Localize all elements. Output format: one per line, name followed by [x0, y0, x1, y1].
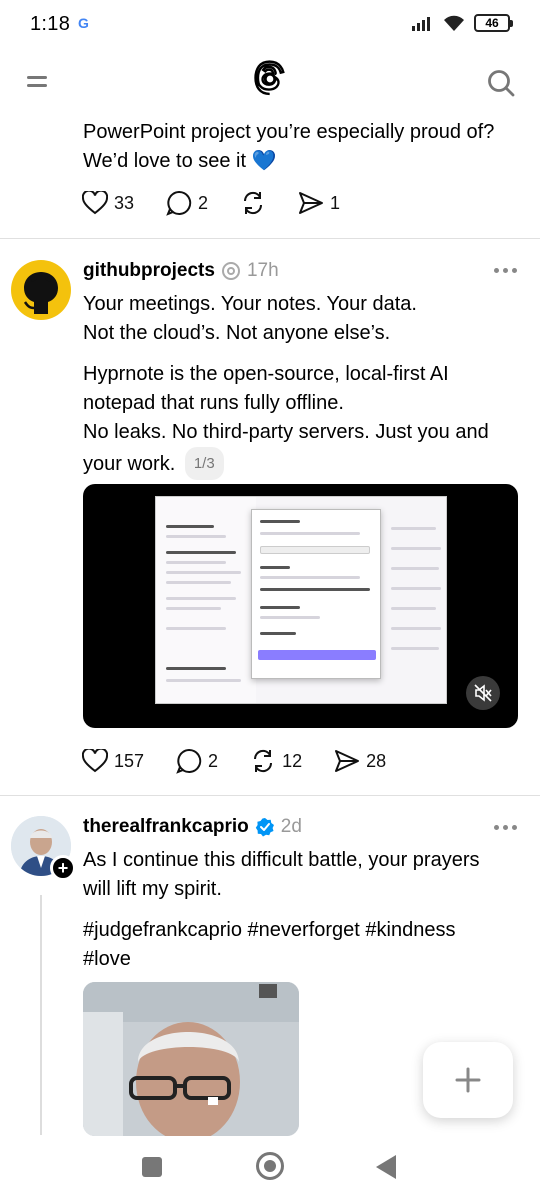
divider [0, 795, 540, 796]
post-time: 2d [280, 816, 302, 837]
search-icon[interactable] [486, 68, 516, 98]
share-button[interactable]: 1 [298, 191, 340, 215]
reply-count: 2 [208, 750, 219, 771]
wifi-icon [444, 15, 464, 31]
post3-author-row: therealfrankcaprio 2d [83, 816, 302, 838]
compose-button[interactable] [423, 1042, 513, 1118]
post2-para2-line1: Hyprnote is the open-source, local-first… [83, 363, 449, 385]
menu-icon[interactable] [27, 72, 49, 90]
post3-hashtags[interactable]: #judgefrankcaprio #neverforget #kindness… [83, 916, 523, 974]
back-button[interactable] [376, 1155, 396, 1179]
post2-line2: Not the cloud’s. Not anyone else’s. [83, 322, 391, 344]
google-icon: G [78, 15, 89, 31]
author-name[interactable]: githubprojects [83, 260, 215, 282]
send-icon [335, 750, 360, 772]
avatar-githubprojects[interactable] [11, 260, 71, 320]
send-icon [299, 192, 324, 214]
verified-badge-icon [255, 818, 274, 837]
divider [0, 238, 540, 239]
battery-icon: 46 [474, 14, 513, 32]
share-count: 1 [330, 192, 341, 213]
post1-line1: PowerPoint project you’re especially pro… [83, 121, 495, 143]
status-bar: 1:18 G 46 [0, 0, 540, 50]
comment-icon [176, 748, 202, 774]
speaker-muted-icon [474, 684, 492, 702]
repost-count: 12 [282, 750, 303, 771]
system-navigation-bar [0, 1136, 540, 1200]
repost-button[interactable] [240, 190, 266, 216]
recents-button[interactable] [142, 1157, 162, 1177]
repost-icon [244, 191, 263, 215]
post2-para2-line4: your work. [83, 453, 176, 475]
post3-hashtags-line2[interactable]: #love [83, 945, 523, 974]
post2-text-block1: Your meetings. Your notes. Your data. No… [83, 290, 523, 348]
share-count: 28 [366, 750, 387, 771]
like-count: 33 [114, 192, 135, 213]
threads-badge-icon [221, 262, 240, 280]
follow-button[interactable]: + [50, 855, 76, 881]
post-time: 17h [246, 260, 279, 281]
more-options-icon[interactable] [494, 825, 518, 831]
top-header [0, 52, 540, 112]
post3-line2: will lift my spirit. [83, 878, 222, 900]
post1-line2: We’d love to see it [83, 150, 247, 172]
video-frame [155, 496, 447, 704]
post2-para2-line2: notepad that runs fully offline. [83, 392, 344, 414]
status-icons: 46 [412, 14, 513, 32]
home-button[interactable] [256, 1152, 284, 1180]
carousel-pager: 1/3 [184, 447, 224, 480]
reply-button[interactable]: 2 [176, 748, 218, 774]
post2-para2-line4-wrap: your work. 1/3 [83, 447, 523, 480]
post3-hashtags-line1[interactable]: #judgefrankcaprio #neverforget #kindness [83, 916, 523, 945]
post2-author-row: githubprojects 17h [83, 260, 279, 282]
post1-line2-wrap: We’d love to see it 💙 [83, 147, 523, 176]
post2-text-block2: Hyprnote is the open-source, local-first… [83, 360, 523, 480]
post3-text-block1: As I continue this difficult battle, you… [83, 846, 523, 904]
post1-actions: 33 2 1 [82, 190, 372, 216]
comment-icon [166, 190, 192, 216]
repost-button[interactable]: 12 [250, 748, 302, 774]
thread-line [40, 895, 42, 1135]
github-octocat-icon [23, 272, 58, 314]
threads-logo-icon[interactable] [251, 60, 289, 98]
more-options-icon[interactable] [494, 268, 518, 274]
like-count: 157 [114, 750, 145, 771]
reply-count: 2 [198, 192, 209, 213]
signal-icon [412, 17, 430, 31]
like-button[interactable]: 157 [82, 749, 144, 773]
blue-heart-emoji: 💙 [251, 150, 277, 172]
photo-media[interactable] [83, 982, 299, 1136]
reply-button[interactable]: 2 [166, 190, 208, 216]
post2-actions: 157 2 12 28 [82, 748, 418, 774]
author-name[interactable]: therealfrankcaprio [83, 816, 249, 838]
plus-icon [455, 1067, 481, 1093]
repost-icon [254, 749, 273, 773]
video-media[interactable] [83, 484, 518, 728]
share-button[interactable]: 28 [334, 749, 386, 773]
post2-para2-line3: No leaks. No third-party servers. Just y… [83, 421, 489, 443]
mute-button[interactable] [466, 676, 500, 710]
post3-line1: As I continue this difficult battle, you… [83, 849, 480, 871]
heart-icon [82, 749, 108, 773]
patient-photo [83, 982, 299, 1136]
heart-icon [82, 191, 108, 215]
post1-text: PowerPoint project you’re especially pro… [83, 118, 523, 176]
like-button[interactable]: 33 [82, 191, 134, 215]
status-time: 1:18 [30, 13, 71, 35]
post2-line1: Your meetings. Your notes. Your data. [83, 293, 417, 315]
